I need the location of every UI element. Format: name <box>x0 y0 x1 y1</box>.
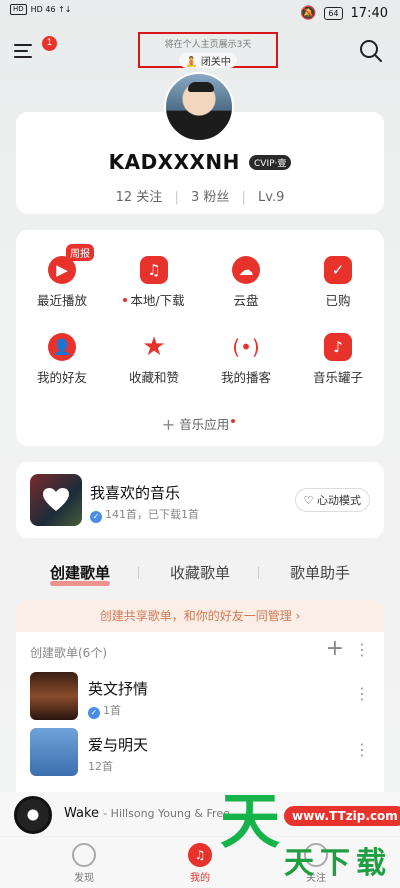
status-notice[interactable]: 将在个人主页展示3天 🧘 闭关中 <box>138 32 278 68</box>
jar-icon: ♪ <box>324 333 352 361</box>
shared-playlist-banner[interactable]: 创建共享歌单，和你的好友一同管理 › <box>16 600 384 632</box>
playlist-count: 12首 <box>88 760 113 773</box>
mute-icon: 🔕 <box>300 6 317 21</box>
notice-text: 将在个人主页展示3天 <box>164 40 252 50</box>
list-item[interactable]: 爱与明天 12首 ⋮ <box>30 728 370 778</box>
local-music-icon: ♫ <box>140 256 168 284</box>
watermark-url: www.TTzip.com <box>284 806 400 826</box>
watermark-text: 天下载 <box>284 846 392 881</box>
music-note-icon: ♫ <box>188 843 212 867</box>
podcast-icon: (•) <box>232 335 260 359</box>
avatar[interactable] <box>164 72 234 142</box>
more-options-icon[interactable]: ⋮ <box>354 642 370 658</box>
app-cloud-drive[interactable]: ☁ 云盘 <box>200 256 292 309</box>
notification-badge: 1 <box>42 36 57 51</box>
list-item[interactable]: 英文抒情 ✓ 1首 ⋮ <box>30 672 370 722</box>
signal-indicators: HD HD 46 ↑↓ <box>10 4 72 15</box>
discover-icon <box>72 843 96 867</box>
menu-button[interactable]: 1 <box>14 36 57 64</box>
app-local-download[interactable]: ♫ 本地/下载 <box>108 256 200 309</box>
username[interactable]: KADXXXNH <box>109 150 240 174</box>
clock: 17:40 <box>350 6 388 21</box>
tab-playlist-assistant[interactable]: 歌单助手 <box>290 562 350 583</box>
new-dot <box>123 298 128 302</box>
now-playing-title: Wake <box>64 806 100 821</box>
status-bar: HD HD 46 ↑↓ 🔕 64 17:40 <box>0 0 400 28</box>
playlist-count-header: 创建歌单(6个) <box>30 646 107 660</box>
battery-icon: 64 <box>324 7 343 20</box>
liked-music-subtitle: 141首，已下载1首 <box>105 508 199 521</box>
heart-icon <box>43 488 69 511</box>
follower-count[interactable]: 3 粉丝 <box>191 190 229 205</box>
add-playlist-button[interactable]: + <box>326 636 344 661</box>
new-dot <box>231 419 236 423</box>
status-right: 🔕 64 17:40 <box>300 6 388 21</box>
plus-icon: + <box>161 415 176 434</box>
app-friends[interactable]: 👤 我的好友 <box>16 333 108 386</box>
status-chip[interactable]: 🧘 闭关中 <box>179 53 237 68</box>
bag-icon: ✓ <box>324 256 352 284</box>
cloud-icon: ☁ <box>232 256 260 284</box>
app-purchased[interactable]: ✓ 已购 <box>292 256 384 309</box>
now-playing-cover[interactable] <box>14 796 52 834</box>
liked-music-title: 我喜欢的音乐 <box>90 484 181 502</box>
playlist-count: 1首 <box>103 704 121 717</box>
more-options-icon[interactable]: ⋮ <box>354 742 370 758</box>
watermark-logo-char: 天 <box>220 787 280 857</box>
playlist-cover <box>30 728 78 776</box>
tab-collected-playlists[interactable]: 收藏歌单 <box>170 562 230 583</box>
tab-created-playlists[interactable]: 创建歌单 <box>50 562 111 586</box>
app-my-podcast[interactable]: (•) 我的播客 <box>200 333 292 386</box>
quick-apps-card: 周报 ▶ 最近播放 ♫ 本地/下载 ☁ 云盘 ✓ 已购 👤 我的好友 ★ 收藏和… <box>16 230 384 446</box>
user-level[interactable]: Lv.9 <box>258 190 284 205</box>
search-icon <box>360 40 382 62</box>
following-count[interactable]: 12 关注 <box>116 190 163 205</box>
search-button[interactable] <box>358 38 384 64</box>
app-recent-play[interactable]: 周报 ▶ 最近播放 <box>16 244 108 309</box>
heart-mode-button[interactable]: ♡ 心动模式 <box>294 488 370 512</box>
app-music-jar[interactable]: ♪ 音乐罐子 <box>292 333 384 386</box>
downloaded-check-icon: ✓ <box>90 511 102 523</box>
created-playlists-list: 创建歌单(6个) + ⋮ 英文抒情 ✓ 1首 ⋮ 爱与明天 12首 ⋮ <box>16 632 384 792</box>
star-icon: ★ <box>142 332 166 362</box>
site-watermark: 天 www.TTzip.com 天下载 <box>210 792 400 888</box>
top-bar: 1 将在个人主页展示3天 🧘 闭关中 <box>0 32 400 72</box>
liked-music-card[interactable]: 我喜欢的音乐 ✓ 141首，已下载1首 ♡ 心动模式 <box>16 462 384 538</box>
playlist-cover <box>30 672 78 720</box>
playlist-title: 爱与明天 <box>88 736 149 754</box>
app-favorites-likes[interactable]: ★ 收藏和赞 <box>108 332 200 386</box>
playlist-title: 英文抒情 <box>88 680 149 698</box>
more-options-icon[interactable]: ⋮ <box>354 686 370 702</box>
profile-stats: 12 关注 | 3 粉丝 | Lv.9 <box>115 190 285 205</box>
friends-icon: 👤 <box>48 333 76 361</box>
weekly-report-tag[interactable]: 周报 <box>66 244 94 261</box>
downloaded-check-icon: ✓ <box>88 707 100 719</box>
liked-music-cover <box>30 474 82 526</box>
vip-badge[interactable]: CVIP·壹 <box>249 155 292 170</box>
nav-discover[interactable]: 发现 <box>54 843 114 884</box>
music-apps-button[interactable]: + 音乐应用 <box>16 414 384 434</box>
playlist-tabs: 创建歌单 收藏歌单 歌单助手 <box>0 562 400 590</box>
